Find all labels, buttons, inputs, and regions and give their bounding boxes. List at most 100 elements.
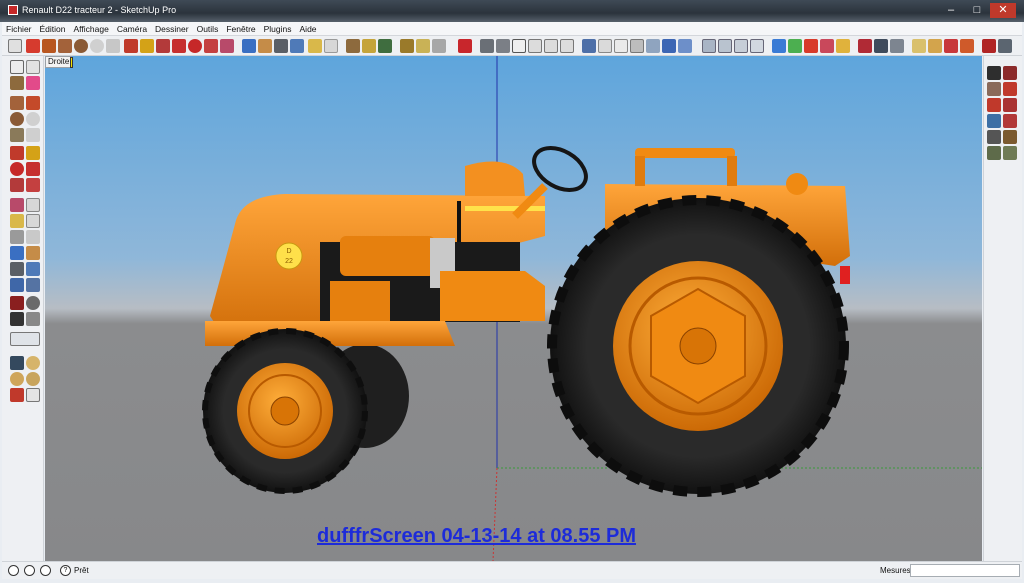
- roof-tool-icon[interactable]: [987, 82, 1001, 96]
- section-display-icon[interactable]: [718, 39, 732, 53]
- menu-plugins[interactable]: Plugins: [260, 22, 296, 36]
- paint-icon[interactable]: [10, 76, 24, 90]
- plugin-4-icon[interactable]: [820, 39, 834, 53]
- hidden-line-style-icon[interactable]: [630, 39, 644, 53]
- zoom-window-left-icon[interactable]: [26, 262, 40, 276]
- pushpull-icon[interactable]: [26, 146, 40, 160]
- smoove-tool-icon[interactable]: [987, 146, 1001, 160]
- menu-edition[interactable]: Édition: [36, 22, 70, 36]
- pan-icon[interactable]: [26, 246, 40, 260]
- component-tool-icon[interactable]: [362, 39, 376, 53]
- select-tool-icon[interactable]: [8, 39, 22, 53]
- orbit-icon[interactable]: [10, 246, 24, 260]
- rectangle-icon[interactable]: [10, 96, 24, 110]
- fog-icon[interactable]: [26, 356, 40, 370]
- shadow-icon[interactable]: [10, 356, 24, 370]
- xray-style-icon[interactable]: [598, 39, 612, 53]
- plugin-2-icon[interactable]: [788, 39, 802, 53]
- section-fill-icon[interactable]: [750, 39, 764, 53]
- eraser-tool-icon[interactable]: [26, 39, 40, 53]
- plugin-10-icon[interactable]: [928, 39, 942, 53]
- protractor-icon[interactable]: [10, 214, 24, 228]
- geolocation-icon[interactable]: [8, 565, 19, 576]
- home-view-icon[interactable]: [512, 39, 526, 53]
- offset-icon[interactable]: [26, 178, 40, 192]
- sandbox-tool-icon[interactable]: [378, 39, 392, 53]
- 3dtext-icon[interactable]: [26, 230, 40, 244]
- scale-tool-icon[interactable]: [204, 39, 218, 53]
- right-view-icon[interactable]: [560, 39, 574, 53]
- menu-fichier[interactable]: Fichier: [2, 22, 36, 36]
- scale-icon[interactable]: [10, 178, 24, 192]
- plugin-5-icon[interactable]: [836, 39, 850, 53]
- terrain-tool-icon[interactable]: [987, 130, 1001, 144]
- 3d-viewport[interactable]: D 22 Droite dufffrScreen 04-13-14 at 08.…: [45, 56, 982, 561]
- text-icon[interactable]: [26, 214, 40, 228]
- sandbox-drape-icon[interactable]: [10, 332, 40, 346]
- follow-me-tool-icon[interactable]: [140, 39, 154, 53]
- geo-icon[interactable]: [10, 388, 24, 402]
- wireframe-style-icon[interactable]: [614, 39, 628, 53]
- warehouse-icon[interactable]: [480, 39, 494, 53]
- menu-aide[interactable]: Aide: [296, 22, 321, 36]
- curve-tool-icon[interactable]: [987, 66, 1001, 80]
- maximize-icon[interactable]: □: [964, 3, 990, 18]
- stair-tool-icon[interactable]: [1003, 82, 1017, 96]
- zoom-window-icon[interactable]: [290, 39, 304, 53]
- rectangle-tool-icon[interactable]: [58, 39, 72, 53]
- grid-tool-icon[interactable]: [987, 114, 1001, 128]
- iso-view-icon[interactable]: [582, 39, 596, 53]
- walk-tool-icon[interactable]: [400, 39, 414, 53]
- tape-icon[interactable]: [10, 198, 24, 212]
- arc-icon[interactable]: [26, 112, 40, 126]
- orbit-tool-icon[interactable]: [242, 39, 256, 53]
- pan-tool-icon[interactable]: [258, 39, 272, 53]
- circle-icon[interactable]: [10, 112, 24, 126]
- walk-icon[interactable]: [10, 312, 24, 326]
- minimize-icon[interactable]: –: [938, 3, 964, 18]
- wall-tool-icon[interactable]: [1003, 114, 1017, 128]
- move-tool-icon[interactable]: [156, 39, 170, 53]
- look-around-left-icon[interactable]: [26, 296, 40, 310]
- rotate-tool-icon[interactable]: [188, 39, 202, 53]
- tape-measure-icon[interactable]: [220, 39, 234, 53]
- text-tool-icon[interactable]: [308, 39, 322, 53]
- hand-icon[interactable]: [26, 388, 40, 402]
- look-around-icon[interactable]: [416, 39, 430, 53]
- previous-view-icon[interactable]: [26, 278, 40, 292]
- measures-input[interactable]: [910, 564, 1020, 577]
- window-tool-icon[interactable]: [1003, 98, 1017, 112]
- layers-icon[interactable]: [458, 39, 472, 53]
- offset-tool-icon[interactable]: [172, 39, 186, 53]
- plugin-8-icon[interactable]: [890, 39, 904, 53]
- position-camera-left-icon[interactable]: [10, 296, 24, 310]
- credits-icon[interactable]: [24, 565, 35, 576]
- polygon-tool-icon[interactable]: [106, 39, 120, 53]
- top-view-icon[interactable]: [528, 39, 542, 53]
- stamp-tool-icon[interactable]: [1003, 130, 1017, 144]
- paint-bucket-icon[interactable]: [346, 39, 360, 53]
- axes-icon[interactable]: [10, 230, 24, 244]
- pipe-tool-icon[interactable]: [987, 98, 1001, 112]
- plugin-14-icon[interactable]: [998, 39, 1012, 53]
- circle-tool-icon[interactable]: [74, 39, 88, 53]
- bezier-tool-icon[interactable]: [1003, 66, 1017, 80]
- zoom-icon[interactable]: [10, 262, 24, 276]
- menu-dessiner[interactable]: Dessiner: [151, 22, 193, 36]
- menu-fenetre[interactable]: Fenêtre: [222, 22, 259, 36]
- followme-icon[interactable]: [26, 162, 40, 176]
- section-plane-icon[interactable]: [702, 39, 716, 53]
- menu-affichage[interactable]: Affichage: [70, 22, 113, 36]
- menu-outils[interactable]: Outils: [193, 22, 223, 36]
- arc-tool-icon[interactable]: [90, 39, 104, 53]
- front-view-icon[interactable]: [544, 39, 558, 53]
- rotate-icon[interactable]: [10, 162, 24, 176]
- section-icon[interactable]: [26, 312, 40, 326]
- monochrome-style-icon[interactable]: [678, 39, 692, 53]
- textured-style-icon[interactable]: [662, 39, 676, 53]
- sun-icon[interactable]: [10, 372, 24, 386]
- dimension-tool-icon[interactable]: [324, 39, 338, 53]
- share-model-icon[interactable]: [496, 39, 510, 53]
- push-pull-tool-icon[interactable]: [124, 39, 138, 53]
- plugin-3-icon[interactable]: [804, 39, 818, 53]
